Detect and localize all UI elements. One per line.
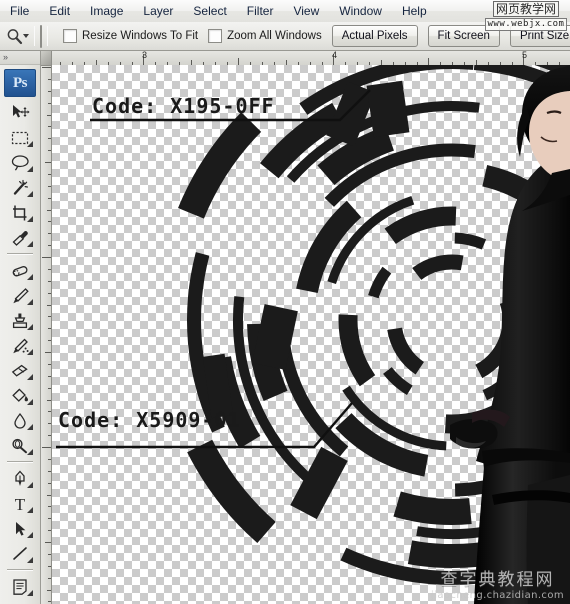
flyout-triangle-icon (27, 424, 33, 430)
flyout-triangle-icon (27, 449, 33, 455)
document-canvas[interactable]: Code: X195-0FF Code: X5909-01 查字典教程网 jia… (52, 65, 570, 604)
ruler-label-5: 5 (522, 51, 527, 60)
tool-preset-chevron-down-icon[interactable] (23, 24, 29, 48)
zoom-all-windows-checkbox[interactable]: Zoom All Windows (208, 29, 322, 43)
photoshop-window: File Edit Image Layer Select Filter View… (0, 0, 570, 604)
horizontal-ruler[interactable]: 3 4 5 (41, 51, 570, 66)
checkbox-box-resize-windows[interactable] (63, 29, 77, 43)
flyout-triangle-icon (27, 349, 33, 355)
code-label-bottom-text: Code: X5909-01 (58, 408, 241, 432)
ruler-origin-corner[interactable] (41, 51, 52, 66)
options-separator-1 (34, 26, 35, 46)
eraser-tool[interactable] (5, 358, 35, 383)
flyout-triangle-icon (27, 141, 33, 147)
watermark-top-en: www.webjx.com (485, 18, 568, 31)
options-separator-2 (47, 26, 48, 46)
menu-item-filter[interactable]: Filter (238, 2, 283, 21)
flyout-triangle-icon (27, 532, 33, 538)
blur-tool[interactable] (5, 408, 35, 433)
menu-item-layer[interactable]: Layer (134, 2, 182, 21)
zoom-tool-icon[interactable] (6, 24, 23, 48)
flyout-triangle-icon (27, 399, 33, 405)
code-label-top-text: Code: X195-0FF (92, 94, 275, 118)
checkbox-label-resize-windows: Resize Windows To Fit (82, 30, 198, 42)
photoshop-logo: Ps (4, 69, 36, 97)
menu-item-edit[interactable]: Edit (40, 2, 79, 21)
lasso-tool[interactable] (5, 150, 35, 175)
flyout-triangle-icon (27, 482, 33, 488)
flyout-triangle-icon (27, 241, 33, 247)
tools-palette-collapse-bar[interactable]: » (0, 51, 40, 65)
flyout-triangle-icon (27, 374, 33, 380)
rectangular-marquee-tool[interactable] (5, 125, 35, 150)
eyedropper-tool[interactable] (5, 225, 35, 250)
code-label-top: Code: X195-0FF (92, 94, 275, 118)
flyout-triangle-icon (27, 507, 33, 513)
healing-brush-tool[interactable] (5, 258, 35, 283)
flyout-triangle-icon (27, 299, 33, 305)
watermark-bottom-en: jiaocheng.chazidian.com (431, 590, 564, 602)
checkbox-box-zoom-all-windows[interactable] (208, 29, 222, 43)
flyout-triangle-icon (27, 274, 33, 280)
paint-bucket-tool[interactable] (5, 383, 35, 408)
flyout-triangle-icon (27, 557, 33, 563)
menu-item-window[interactable]: Window (330, 2, 391, 21)
path-selection-tool[interactable] (5, 516, 35, 541)
watermark-top-cn: 网页教学网 (493, 1, 559, 17)
zoom-in-icon[interactable] (41, 26, 42, 47)
menu-item-select[interactable]: Select (184, 2, 235, 21)
ruler-label-4: 4 (332, 51, 337, 60)
tool-divider-3 (7, 569, 33, 571)
flyout-triangle-icon (27, 324, 33, 330)
pen-tool[interactable] (5, 466, 35, 491)
flyout-triangle-icon (27, 191, 33, 197)
clone-stamp-tool[interactable] (5, 308, 35, 333)
code-label-bottom: Code: X5909-01 (58, 408, 241, 432)
actual-pixels-button[interactable]: Actual Pixels (332, 25, 418, 47)
notes-tool[interactable] (5, 574, 35, 599)
checkbox-label-zoom-all-windows: Zoom All Windows (227, 30, 322, 42)
zoom-direction-group (40, 25, 42, 48)
tool-divider-1 (7, 253, 33, 255)
history-brush-tool[interactable] (5, 333, 35, 358)
dodge-tool[interactable] (5, 433, 35, 458)
menu-item-file[interactable]: File (1, 2, 38, 21)
vertical-ruler[interactable] (41, 65, 52, 604)
menu-item-image[interactable]: Image (81, 2, 132, 21)
brush-tool[interactable] (5, 283, 35, 308)
resize-windows-to-fit-checkbox[interactable]: Resize Windows To Fit (63, 29, 198, 43)
flyout-triangle-icon (27, 166, 33, 172)
flyout-triangle-icon (27, 216, 33, 222)
watermark-top: 网页教学网 www.webjx.com (484, 1, 568, 35)
crop-tool[interactable] (5, 200, 35, 225)
magic-wand-tool[interactable] (5, 175, 35, 200)
double-chevron-right-icon[interactable]: » (3, 53, 7, 62)
menu-item-view[interactable]: View (284, 2, 328, 21)
move-tool[interactable] (5, 100, 35, 125)
watermark-bottom-cn: 查字典教程网 (431, 571, 564, 590)
eyedropper-sample-tool[interactable] (5, 599, 35, 604)
flyout-triangle-icon (27, 590, 33, 596)
tool-list: T (0, 100, 40, 604)
line-tool[interactable] (5, 541, 35, 566)
tools-palette: » Ps (0, 51, 41, 604)
leader-lines (52, 65, 570, 604)
type-tool[interactable]: T (5, 491, 35, 516)
chevron-down-glyph (23, 34, 29, 38)
menu-item-help[interactable]: Help (393, 2, 436, 21)
watermark-bottom: 查字典教程网 jiaocheng.chazidian.com (431, 571, 564, 602)
tool-divider-2 (7, 461, 33, 463)
svg-text:T: T (15, 495, 26, 513)
ruler-label-3: 3 (142, 51, 147, 60)
